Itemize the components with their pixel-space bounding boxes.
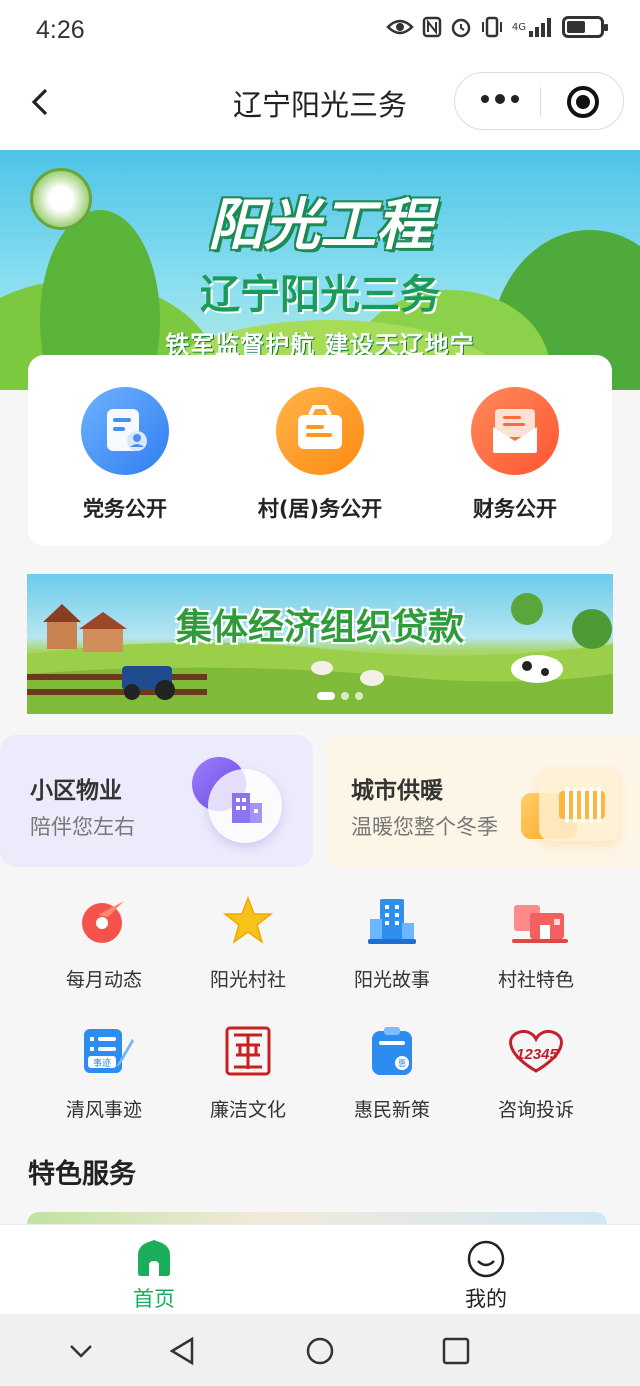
notepad-icon: 事迹: [78, 1025, 134, 1077]
tower-icon: [366, 895, 418, 947]
mini-program-capsule: [454, 72, 624, 130]
hotline-icon: 12345: [501, 1025, 571, 1077]
network-label: 4G: [511, 21, 526, 33]
party-affairs-label: 党务公开: [83, 497, 167, 521]
city-heating-title: 城市供暖: [351, 778, 443, 804]
city-heating-subtitle: 温暖您整个冬季: [351, 815, 498, 839]
status-bar: 4:26 4G: [0, 0, 640, 62]
grid-item-consult-complaint[interactable]: 12345 咨询投诉: [462, 1025, 610, 1122]
eye-icon: [386, 17, 414, 37]
envelope-icon: [471, 387, 559, 475]
status-time: 4:26: [36, 16, 85, 44]
grid-item-benefit-policy[interactable]: 惠 惠民新策: [318, 1025, 466, 1122]
home-circle-icon[interactable]: [305, 1336, 335, 1366]
grid-label: 咨询投诉: [497, 1099, 574, 1121]
radiator-icon: [521, 763, 621, 845]
seal-icon: [222, 1025, 274, 1077]
property-management-title: 小区物业: [30, 778, 122, 804]
village-affairs-button[interactable]: 村(居)务公开: [223, 387, 417, 523]
loan-banner-text: 集体经济组织贷款: [175, 607, 464, 648]
star-icon: [222, 895, 274, 947]
grid-label: 阳光故事: [353, 969, 430, 991]
house-icon: [510, 895, 568, 947]
close-mini-program-icon[interactable]: [567, 86, 599, 118]
hero-banner: 阳光工程 辽宁阳光三务 铁军监督护航 建设天辽地宁: [0, 150, 640, 390]
nav-bar: 辽宁阳光三务: [0, 62, 640, 150]
grid-item-sunshine-village[interactable]: 阳光村社: [174, 895, 322, 992]
vibrate-icon: [480, 16, 504, 38]
grid-label: 惠民新策: [353, 1099, 430, 1121]
grid-item-clean-deeds[interactable]: 事迹 清风事迹: [30, 1025, 178, 1122]
certificate-icon: [81, 387, 169, 475]
tab-home-label: 首页: [133, 1287, 175, 1311]
smile-icon: [467, 1240, 505, 1278]
tab-bar: 首页 我的: [0, 1224, 640, 1314]
section-title: 特色服务: [28, 1159, 136, 1190]
back-triangle-icon[interactable]: [168, 1336, 198, 1366]
tab-mine[interactable]: 我的: [426, 1239, 546, 1313]
grid-item-monthly-news[interactable]: 每月动态: [30, 895, 178, 992]
property-management-tile[interactable]: 小区物业 陪伴您左右: [0, 735, 313, 867]
building-icon: [192, 757, 282, 847]
notepad-badge: 事迹: [93, 1057, 111, 1069]
loan-banner[interactable]: 集体经济组织贷款: [27, 574, 613, 714]
grid-item-integrity-culture[interactable]: 廉洁文化: [174, 1025, 322, 1122]
city-heating-tile[interactable]: 城市供暖 温暖您整个冬季: [327, 735, 640, 867]
clipboard-badge: 惠: [398, 1058, 406, 1068]
folder-icon: [276, 387, 364, 475]
main-services-card: 党务公开 村(居)务公开 财务公开: [28, 355, 612, 546]
system-nav-bar: [0, 1314, 640, 1386]
home-icon: [138, 1240, 170, 1276]
grid-label: 阳光村社: [209, 969, 286, 991]
carousel-indicator: [317, 692, 363, 700]
finance-affairs-button[interactable]: 财务公开: [418, 387, 612, 523]
compass-icon: [78, 895, 130, 947]
recents-square-icon[interactable]: [441, 1336, 471, 1366]
battery-icon: [562, 16, 608, 38]
property-management-subtitle: 陪伴您左右: [30, 815, 135, 839]
grid-label: 村社特色: [497, 969, 574, 991]
tab-mine-label: 我的: [465, 1287, 507, 1311]
grid-item-sunshine-stories[interactable]: 阳光故事: [318, 895, 466, 992]
hotline-badge: 12345: [516, 1046, 558, 1063]
village-affairs-label: 村(居)务公开: [257, 497, 383, 521]
status-icons: 4G: [386, 16, 608, 38]
signal-icon: 4G: [512, 17, 554, 37]
capsule-divider: [540, 87, 541, 117]
more-icon[interactable]: [481, 94, 519, 104]
chevron-down-icon[interactable]: [66, 1336, 96, 1366]
finance-affairs-label: 财务公开: [473, 497, 557, 521]
hero-subtitle: 辽宁阳光三务: [200, 272, 440, 318]
hero-title: 阳光工程: [208, 193, 432, 258]
party-affairs-button[interactable]: 党务公开: [28, 387, 222, 523]
tab-home[interactable]: 首页: [94, 1239, 214, 1313]
grid-label: 廉洁文化: [209, 1099, 286, 1121]
grid-item-village-features[interactable]: 村社特色: [462, 895, 610, 992]
grid-label: 每月动态: [65, 969, 142, 991]
clipboard-icon: 惠: [366, 1025, 418, 1077]
nfc-icon: [422, 16, 442, 38]
alarm-icon: [450, 16, 472, 38]
grid-label: 清风事迹: [65, 1099, 142, 1121]
